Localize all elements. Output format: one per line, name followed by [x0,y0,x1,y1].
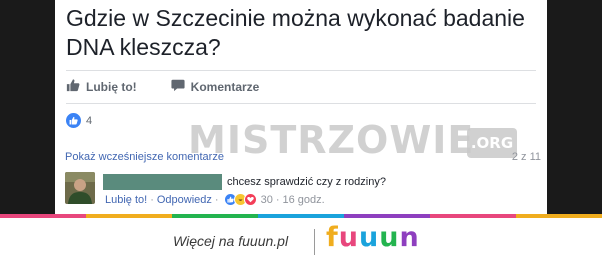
comment-counter: 2 z 11 [511,151,541,163]
reactions-summary[interactable]: 4 [66,113,92,128]
show-previous-comments-link[interactable]: Pokaż wcześniejsze komentarze [65,151,224,163]
divider [66,103,536,104]
dark-background-right [547,0,602,214]
logo-letter: u [338,222,359,253]
divider [66,70,536,71]
comment-label: Komentarze [190,80,260,94]
logo-letter: f [326,222,339,253]
separator-dot: · [150,193,154,206]
thumbs-up-icon [66,78,80,97]
post-actions: Lubię to! Komentarze [66,77,293,97]
logo-letter: n [399,222,420,253]
comment-button[interactable]: Komentarze [171,78,260,97]
fuuun-logo[interactable]: fuuun [326,222,420,253]
watermark-badge: .ORG [467,128,517,158]
thumbs-up-icon [66,113,81,128]
comment-text: chcesz sprawdzić czy z rodziny? [227,176,386,188]
logo-letter: u [358,222,380,253]
facebook-post: Gdzie w Szczecinie można wykonać badanie… [55,0,547,214]
footer-tagline[interactable]: Więcej na fuuun.pl [173,233,288,249]
comment-reactions[interactable] [223,193,257,206]
speech-bubble-icon [171,78,185,97]
logo-letter: u [379,222,400,253]
footer-divider [314,229,315,255]
dark-background-left [0,0,55,214]
reaction-count: 4 [86,114,93,127]
separator-dot: · [214,193,219,206]
love-reaction-icon [243,193,257,206]
avatar[interactable] [65,172,95,204]
comment-meta: Lubię to! · Odpowiedz · 30 · 16 godz. [105,193,325,206]
comment-like-link[interactable]: Lubię to! [105,194,147,206]
redacted-commenter-name [103,174,222,190]
comment-reaction-count: 30 [260,193,273,206]
post-title: Gdzie w Szczecinie można wykonać badanie… [66,5,525,60]
watermark-suffix: .ORG [470,134,514,152]
like-button[interactable]: Lubię to! [66,78,137,97]
separator-dot: · [275,193,280,206]
comment-reply-link[interactable]: Odpowiedz [157,194,212,206]
watermark-text: MISTRZOWIE [188,118,475,162]
like-label: Lubię to! [86,80,137,94]
comment-timestamp: 16 godz. [282,193,325,206]
site-footer: Więcej na fuuun.pl fuuun [0,218,602,259]
